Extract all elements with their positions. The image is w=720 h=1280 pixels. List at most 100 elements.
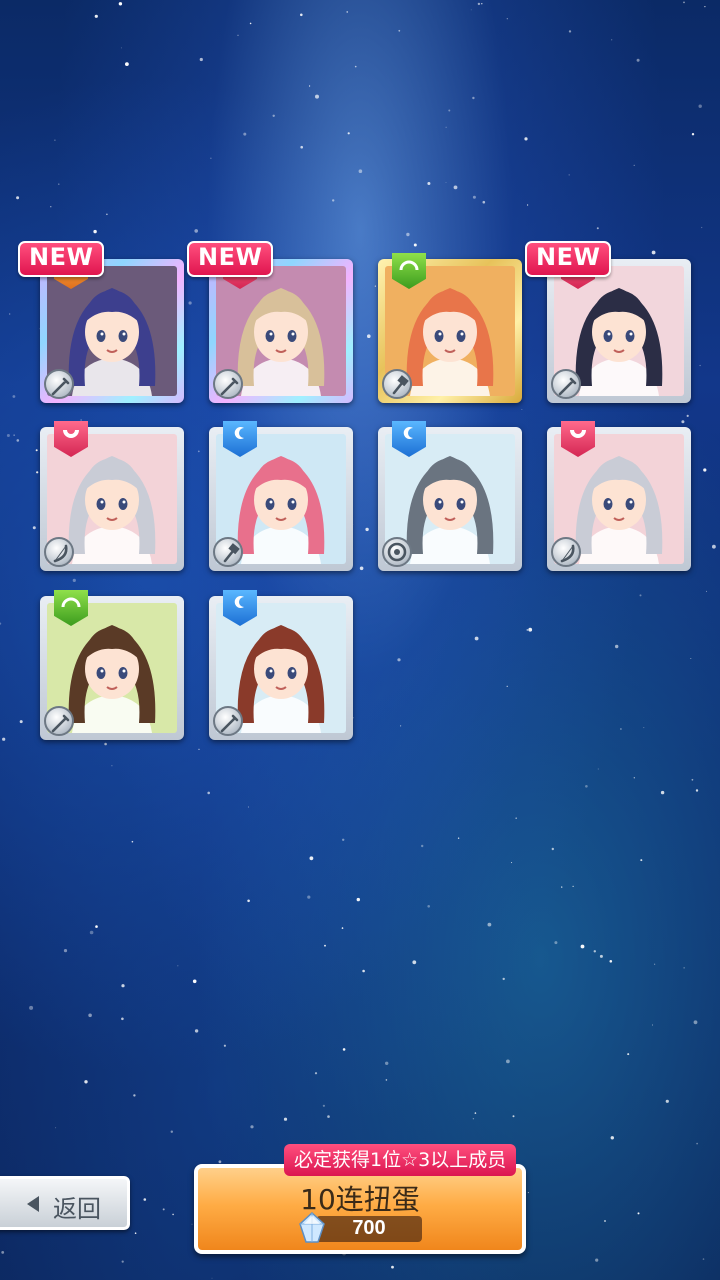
star — [521, 409, 523, 410]
star — [12, 395, 16, 398]
star — [177, 965, 179, 967]
star — [633, 777, 635, 779]
star — [309, 85, 311, 87]
sword-icon — [213, 369, 243, 399]
star — [595, 1258, 599, 1262]
star — [654, 963, 656, 965]
member-card[interactable] — [40, 421, 184, 571]
star — [698, 104, 702, 108]
star — [199, 57, 203, 62]
star — [194, 1029, 199, 1033]
star — [554, 941, 558, 945]
star — [300, 145, 304, 149]
star — [474, 636, 479, 641]
star — [322, 1104, 325, 1107]
star — [706, 590, 707, 592]
star — [88, 1013, 92, 1018]
member-card[interactable]: NEW — [187, 241, 353, 403]
star — [400, 725, 402, 727]
member-card[interactable]: NEW — [18, 241, 184, 403]
star — [223, 1044, 226, 1047]
star — [324, 944, 326, 947]
bow-icon — [551, 537, 581, 567]
star — [314, 1072, 318, 1075]
star — [385, 1061, 389, 1066]
member-card[interactable] — [378, 421, 522, 571]
star — [192, 979, 197, 984]
star — [104, 742, 107, 746]
star — [309, 856, 314, 861]
star — [695, 789, 699, 792]
star — [477, 2, 481, 6]
star — [63, 949, 68, 953]
star — [272, 114, 275, 118]
member-card[interactable] — [378, 253, 522, 403]
star — [453, 185, 458, 190]
star — [374, 285, 376, 287]
star — [502, 977, 505, 981]
star — [211, 1277, 213, 1279]
star — [283, 1117, 288, 1121]
member-card[interactable]: NEW — [525, 241, 691, 403]
star — [691, 778, 694, 781]
bow-icon — [44, 537, 74, 567]
star — [445, 182, 447, 183]
star — [412, 960, 417, 965]
star — [413, 243, 417, 247]
sword-icon — [551, 369, 581, 399]
star — [342, 838, 345, 841]
star — [398, 29, 401, 32]
star — [506, 18, 508, 20]
star — [50, 206, 52, 208]
star — [19, 720, 23, 724]
star — [0, 622, 2, 625]
star — [207, 791, 210, 795]
star — [391, 1265, 394, 1269]
star — [89, 930, 94, 935]
star — [93, 229, 97, 234]
star — [354, 65, 357, 68]
member-card[interactable] — [209, 421, 353, 571]
star — [627, 1053, 630, 1056]
star — [121, 1017, 124, 1021]
star — [346, 11, 348, 13]
star — [472, 1118, 475, 1120]
star — [528, 627, 533, 632]
star — [16, 439, 20, 442]
star — [506, 685, 508, 687]
star — [580, 944, 585, 949]
star — [651, 250, 656, 255]
star — [121, 984, 125, 988]
star — [474, 1112, 477, 1114]
star — [237, 34, 239, 36]
star — [347, 132, 350, 135]
star — [2, 737, 6, 741]
star — [572, 885, 574, 888]
star — [170, 1130, 173, 1133]
member-card[interactable] — [547, 421, 691, 571]
star — [699, 364, 701, 367]
star — [359, 566, 364, 571]
guarantee-banner: 必定获得1位☆3以上成员 — [284, 1144, 517, 1176]
back-button[interactable]: 返回 — [0, 1176, 130, 1230]
star — [472, 96, 475, 100]
star — [84, 1080, 88, 1084]
star — [36, 471, 39, 474]
star — [356, 897, 360, 902]
star — [683, 1, 685, 4]
star — [686, 414, 689, 417]
sword-icon — [44, 369, 74, 399]
ten-pull-gacha-button[interactable]: 10连扭蛋 700 — [194, 1164, 526, 1254]
member-card[interactable] — [40, 590, 184, 740]
star — [660, 790, 665, 795]
star — [690, 658, 692, 659]
star — [665, 1099, 669, 1103]
star — [406, 232, 410, 237]
star — [243, 132, 247, 136]
new-badge: NEW — [525, 241, 612, 277]
member-card[interactable] — [209, 590, 353, 740]
star — [133, 1094, 136, 1097]
hammer-icon — [213, 537, 243, 567]
star — [131, 840, 134, 843]
star — [639, 594, 642, 597]
